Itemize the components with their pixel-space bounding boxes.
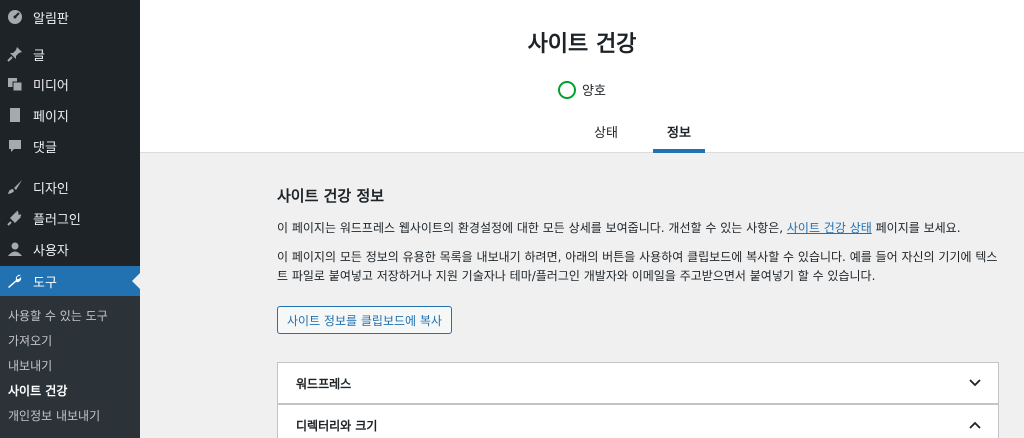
status-label: 양호 <box>582 84 606 99</box>
sidebar-item-posts[interactable]: 글 <box>0 39 140 69</box>
sidebar-item-plugins[interactable]: 플러그인 <box>0 203 140 233</box>
sidebar-item-media[interactable]: 미디어 <box>0 69 140 99</box>
tab-status[interactable]: 상태 <box>580 114 632 153</box>
page-title: 사이트 건강 <box>527 32 637 57</box>
chevron-down-icon <box>969 379 981 387</box>
submenu-item-import[interactable]: 가져오기 <box>8 330 52 350</box>
tools-submenu: 사용할 수 있는 도구 가져오기 내보내기 사이트 건강 개인정보 내보내기 <box>0 296 140 438</box>
comment-icon <box>5 136 25 156</box>
sidebar-item-label: 사용자 <box>33 243 69 259</box>
sidebar-item-label: 도구 <box>33 275 57 291</box>
sidebar-item-pages[interactable]: 페이지 <box>0 100 140 130</box>
sidebar-item-appearance[interactable]: 디자인 <box>0 172 140 202</box>
submenu-item-site-health[interactable]: 사이트 건강 <box>8 380 67 400</box>
user-icon <box>5 239 25 259</box>
sidebar-item-label: 페이지 <box>33 109 69 125</box>
sidebar-item-label: 알림판 <box>33 11 69 27</box>
accordion-directories-and-sizes[interactable]: 디렉터리와 크기 <box>277 404 999 438</box>
intro-paragraph: 이 페이지는 워드프레스 웹사이트의 환경설정에 대한 모든 상세를 보여줍니다… <box>277 219 1001 238</box>
sidebar-item-dashboard[interactable]: 알림판 <box>0 2 140 32</box>
tab-bar: 상태 정보 <box>140 114 1024 153</box>
site-health-header: 사이트 건강 양호 상태 정보 <box>140 0 1024 153</box>
intro-text-end: 페이지를 보세요. <box>871 221 961 235</box>
accordion-label: 디렉터리와 크기 <box>296 418 378 433</box>
intro-text: 이 페이지는 워드프레스 웹사이트의 환경설정에 대한 모든 상세를 보여줍니다… <box>277 221 787 235</box>
sidebar-item-label: 플러그인 <box>33 212 81 228</box>
page-icon <box>5 105 25 125</box>
active-menu-arrow <box>132 273 140 289</box>
sidebar-item-label: 글 <box>33 48 45 64</box>
media-icon <box>5 74 25 94</box>
plugin-icon <box>5 208 25 228</box>
dashboard-icon <box>5 7 25 27</box>
sidebar-item-label: 디자인 <box>33 181 69 197</box>
sidebar-item-label: 댓글 <box>33 140 57 156</box>
sidebar-item-tools[interactable]: 도구 <box>0 266 140 296</box>
accordion-label: 워드프레스 <box>296 376 352 391</box>
health-status: 양호 <box>140 80 1024 99</box>
sidebar-item-comments[interactable]: 댓글 <box>0 131 140 161</box>
pin-icon <box>5 44 25 64</box>
export-paragraph: 이 페이지의 모든 정보의 유용한 목록을 내보내기 하려면, 아래의 버튼을 … <box>277 250 998 283</box>
wrench-icon <box>5 271 25 291</box>
submenu-item-available-tools[interactable]: 사용할 수 있는 도구 <box>8 305 108 325</box>
sidebar-item-users[interactable]: 사용자 <box>0 234 140 264</box>
sidebar-item-label: 미디어 <box>33 78 69 94</box>
tab-info[interactable]: 정보 <box>653 114 705 153</box>
section-title: 사이트 건강 정보 <box>277 187 385 205</box>
copy-to-clipboard-button[interactable]: 사이트 정보를 클립보드에 복사 <box>277 306 452 334</box>
submenu-item-export[interactable]: 내보내기 <box>8 355 52 375</box>
admin-sidebar: 알림판 글 미디어 페이지 댓글 디자인 플러그인 사용자 도구 사용할 수 있… <box>0 0 140 438</box>
site-health-status-link[interactable]: 사이트 건강 상태 <box>787 221 872 235</box>
accordion-wordpress[interactable]: 워드프레스 <box>277 362 999 404</box>
brush-icon <box>5 177 25 197</box>
submenu-item-export-personal-data[interactable]: 개인정보 내보내기 <box>8 405 100 425</box>
chevron-up-icon <box>969 421 981 429</box>
status-good-icon <box>558 80 577 99</box>
